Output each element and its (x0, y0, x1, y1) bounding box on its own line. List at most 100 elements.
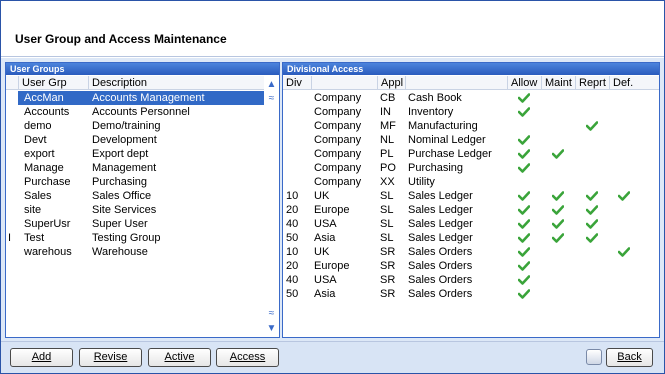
check-icon (552, 205, 564, 215)
description-cell: Accounts Management (92, 92, 205, 104)
col-description[interactable]: Description (88, 76, 264, 90)
appl-cell: SL (380, 232, 394, 244)
appl-cell: NL (380, 134, 395, 146)
revise-button[interactable]: Revise (79, 348, 142, 367)
access-row[interactable]: Company NL Nominal Ledger (283, 133, 659, 147)
region-cell: Company (314, 134, 362, 146)
region-cell: Europe (314, 260, 350, 272)
scroll-down-icon[interactable]: ▼ (265, 322, 278, 335)
user-group-row[interactable]: export Export dept (18, 147, 264, 161)
help-icon[interactable] (586, 349, 602, 365)
col-maint[interactable]: Maint (541, 76, 575, 90)
access-row[interactable]: 50 Asia SL Sales Ledger (283, 231, 659, 245)
appl-cell: PL (380, 148, 394, 160)
user-group-row[interactable]: demo Demo/training (18, 119, 264, 133)
col-region[interactable] (311, 76, 377, 90)
appl-name-cell: Sales Ledger (408, 190, 473, 202)
access-button[interactable]: Access (216, 348, 279, 367)
check-icon (586, 121, 598, 131)
region-cell: Company (314, 148, 362, 160)
window-title: User Group and Access Maintenance (15, 32, 227, 46)
back-button[interactable]: Back (606, 348, 653, 367)
panels-area: User Groups User Grp Description AccMan A… (1, 58, 664, 341)
app-window: User Group and Access Maintenance User G… (0, 0, 665, 374)
col-name[interactable] (405, 76, 507, 90)
user-grp-cell: export (24, 148, 55, 160)
user-group-row[interactable]: Sales Sales Office (18, 189, 264, 203)
check-icon (518, 219, 530, 229)
description-cell: Management (92, 162, 157, 174)
access-row[interactable]: 20 Europe SL Sales Ledger (283, 203, 659, 217)
add-button[interactable]: Add (10, 348, 73, 367)
check-icon (552, 219, 564, 229)
check-icon (518, 93, 530, 103)
access-row[interactable]: Company PL Purchase Ledger (283, 147, 659, 161)
col-allow[interactable]: Allow (507, 76, 541, 90)
region-cell: UK (314, 246, 330, 258)
appl-cell: XX (380, 176, 395, 188)
user-group-row[interactable]: SuperUsr Super User (18, 217, 264, 231)
user-groups-scrollbar[interactable]: ▲ ≈ ≈ ▼ (264, 76, 279, 337)
access-row[interactable]: Company MF Manufacturing (283, 119, 659, 133)
user-grp-cell: demo (24, 120, 52, 132)
scroll-page-down-icon[interactable]: ≈ (265, 307, 278, 320)
user-grp-cell: Sales (24, 190, 52, 202)
user-group-row[interactable]: AccMan Accounts Management (18, 91, 264, 105)
access-row[interactable]: 10 UK SL Sales Ledger (283, 189, 659, 203)
access-row[interactable]: Company XX Utility (283, 175, 659, 189)
description-cell: Export dept (92, 148, 149, 160)
region-cell: Company (314, 176, 362, 188)
check-icon (618, 191, 630, 201)
user-group-row[interactable]: Test Testing Group (18, 231, 264, 245)
region-cell: Asia (314, 232, 336, 244)
region-cell: Company (314, 92, 362, 104)
appl-cell: SL (380, 190, 394, 202)
check-icon (586, 205, 598, 215)
scroll-page-up-icon[interactable]: ≈ (265, 92, 278, 105)
access-row[interactable]: 10 UK SR Sales Orders (283, 245, 659, 259)
appl-name-cell: Purchase Ledger (408, 148, 492, 160)
user-group-row[interactable]: site Site Services (18, 203, 264, 217)
access-row[interactable]: Company IN Inventory (283, 105, 659, 119)
user-group-row[interactable]: warehous Warehouse (18, 245, 264, 259)
check-icon (518, 163, 530, 173)
appl-cell: SR (380, 274, 396, 286)
active-button[interactable]: Active (148, 348, 211, 367)
appl-cell: IN (380, 106, 391, 118)
user-group-row[interactable]: Purchase Purchasing (18, 175, 264, 189)
description-cell: Site Services (92, 204, 157, 216)
div-cell: 50 (286, 232, 299, 244)
user-groups-title: User Groups (6, 63, 279, 75)
user-group-row[interactable]: Manage Management (18, 161, 264, 175)
access-row[interactable]: Company CB Cash Book (283, 91, 659, 105)
user-group-row[interactable]: Accounts Accounts Personnel (18, 105, 264, 119)
user-grp-cell: AccMan (24, 92, 64, 104)
check-icon (518, 107, 530, 117)
div-cell: 50 (286, 288, 299, 300)
access-row[interactable]: 40 USA SR Sales Orders (283, 273, 659, 287)
access-row[interactable]: 40 USA SL Sales Ledger (283, 217, 659, 231)
appl-name-cell: Sales Ledger (408, 232, 473, 244)
col-def[interactable]: Def. (609, 76, 639, 90)
check-icon (518, 191, 530, 201)
access-row[interactable]: 20 Europe SR Sales Orders (283, 259, 659, 273)
col-appl[interactable]: Appl (377, 76, 405, 90)
check-icon (518, 149, 530, 159)
divisional-access-header: Div Appl Allow Maint Reprt Def. (283, 76, 659, 90)
description-cell: Demo/training (92, 120, 161, 132)
description-cell: Super User (92, 218, 148, 230)
col-reprt[interactable]: Reprt (575, 76, 609, 90)
user-grp-cell: Devt (24, 134, 47, 146)
access-row[interactable]: 50 Asia SR Sales Orders (283, 287, 659, 301)
appl-name-cell: Sales Orders (408, 288, 473, 300)
user-group-row[interactable]: Devt Development (18, 133, 264, 147)
scroll-up-icon[interactable]: ▲ (265, 78, 278, 91)
col-div[interactable]: Div (283, 76, 311, 90)
button-bar: Add Revise Active Access Back (1, 341, 664, 373)
region-cell: UK (314, 190, 330, 202)
col-user-grp[interactable]: User Grp (18, 76, 88, 90)
check-icon (518, 205, 530, 215)
region-cell: USA (314, 218, 337, 230)
access-row[interactable]: Company PO Purchasing (283, 161, 659, 175)
check-icon (518, 247, 530, 257)
